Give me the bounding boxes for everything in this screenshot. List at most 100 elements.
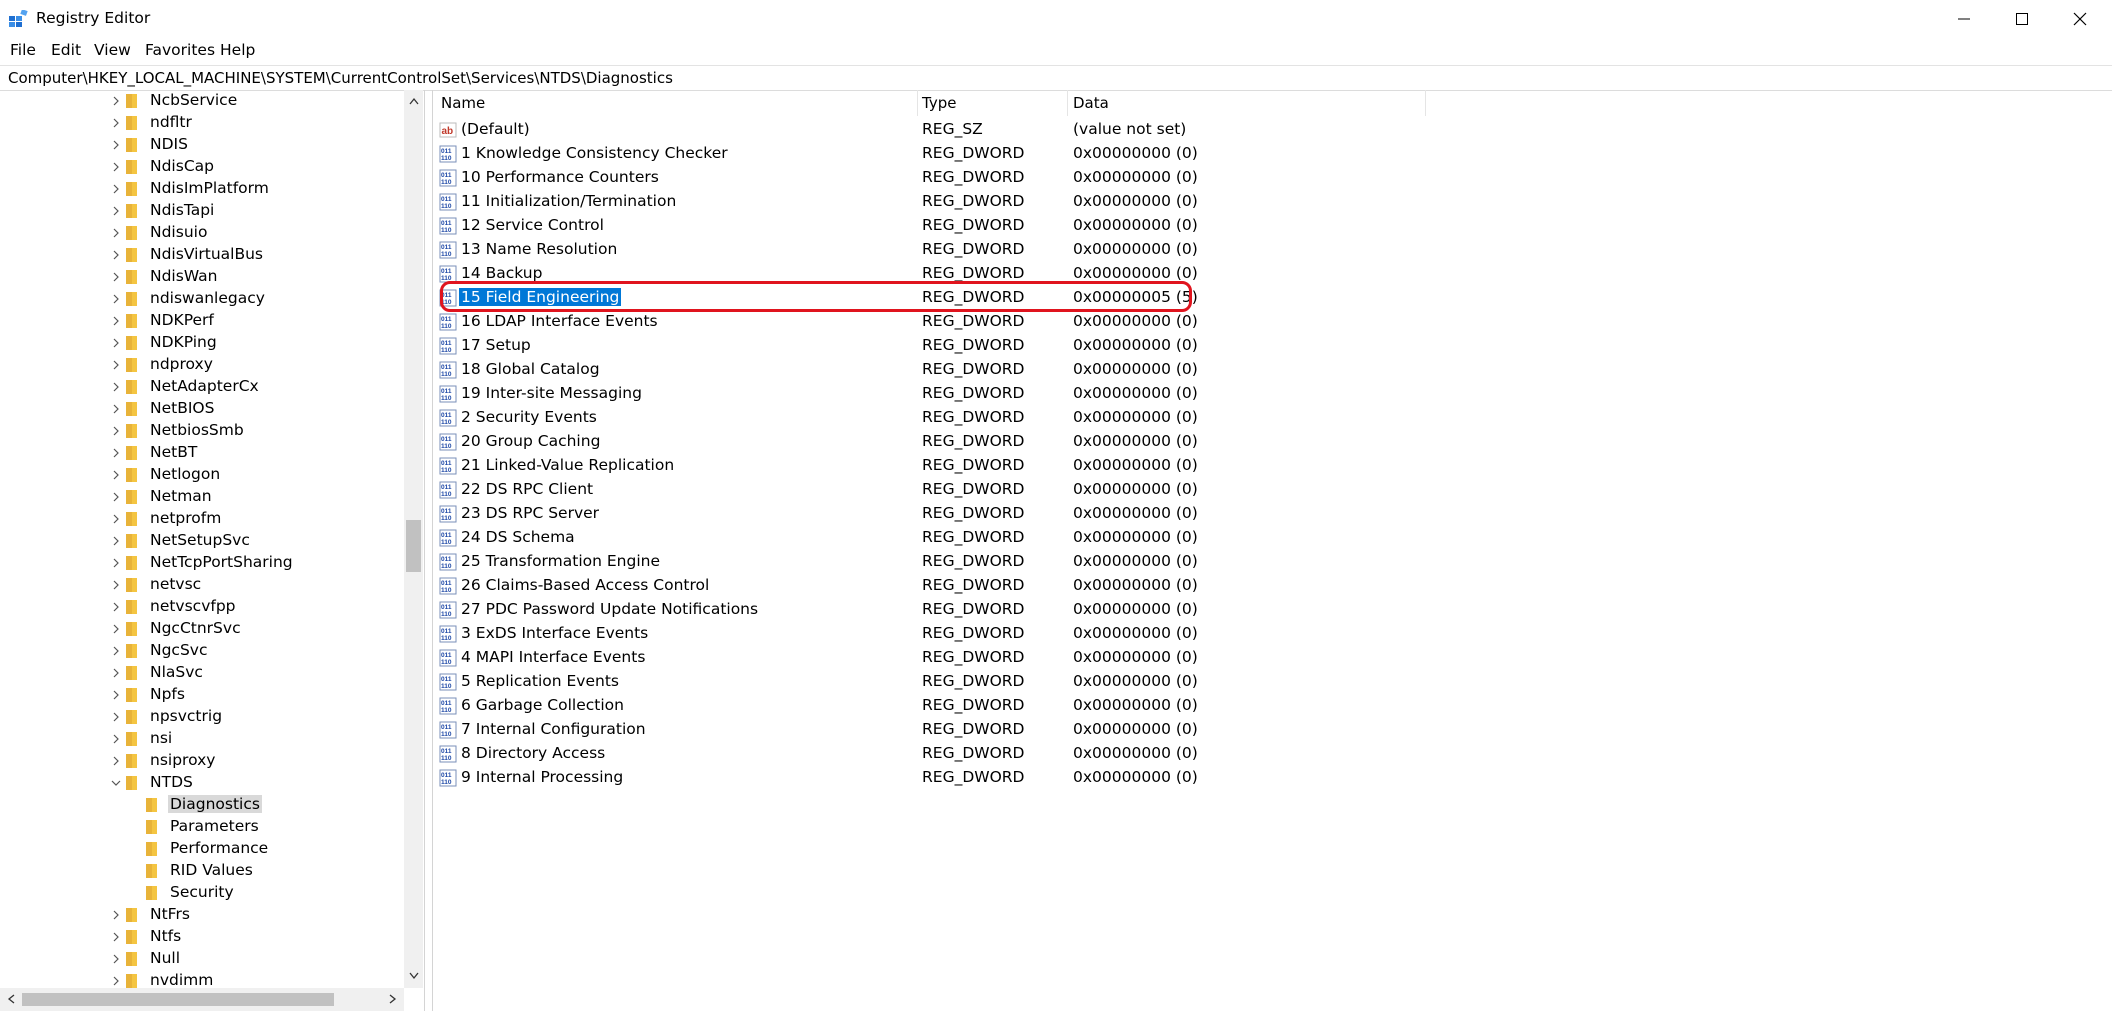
- tree-horizontal-scrollbar[interactable]: [0, 988, 404, 1011]
- tree-item[interactable]: NdisWan: [0, 266, 404, 288]
- tree-item[interactable]: NetTcpPortSharing: [0, 552, 404, 574]
- chevron-right-icon[interactable]: [111, 448, 121, 458]
- scroll-down-icon[interactable]: [406, 968, 422, 984]
- tree-item[interactable]: NdisImPlatform: [0, 178, 404, 200]
- value-row[interactable]: 011 110 4 MAPI Interface Events REG_DWORD 0x…: [433, 646, 1613, 670]
- chevron-right-icon[interactable]: [111, 184, 121, 194]
- tree-item[interactable]: NtFrs: [0, 904, 404, 926]
- tree-item[interactable]: NDKPerf: [0, 310, 404, 332]
- tree-item[interactable]: netvsc: [0, 574, 404, 596]
- column-header-data[interactable]: Data: [1073, 94, 1109, 112]
- values-list-pane[interactable]: Name Type Data ab (Default) REG_SZ (value n…: [432, 90, 2112, 1011]
- tree-item[interactable]: NetAdapterCx: [0, 376, 404, 398]
- chevron-right-icon[interactable]: [111, 118, 121, 128]
- menu-view[interactable]: View: [94, 41, 131, 59]
- chevron-right-icon[interactable]: [111, 228, 121, 238]
- chevron-right-icon[interactable]: [111, 668, 121, 678]
- value-row[interactable]: 011 110 18 Global Catalog REG_DWORD 0x000000…: [433, 358, 1613, 382]
- chevron-right-icon[interactable]: [111, 756, 121, 766]
- chevron-right-icon[interactable]: [111, 646, 121, 656]
- tree-item[interactable]: Parameters: [0, 816, 404, 838]
- chevron-right-icon[interactable]: [111, 558, 121, 568]
- tree-item[interactable]: NcbService: [0, 90, 404, 112]
- chevron-right-icon[interactable]: [111, 580, 121, 590]
- menu-file[interactable]: File: [10, 41, 36, 59]
- tree-item[interactable]: NgcCtnrSvc: [0, 618, 404, 640]
- chevron-right-icon[interactable]: [111, 712, 121, 722]
- scroll-up-icon[interactable]: [406, 93, 422, 109]
- value-row[interactable]: 011 110 7 Internal Configuration REG_DWORD 0…: [433, 718, 1613, 742]
- chevron-down-icon[interactable]: [111, 778, 121, 788]
- value-row[interactable]: 011 110 13 Name Resolution REG_DWORD 0x00000…: [433, 238, 1613, 262]
- value-row[interactable]: 011 110 10 Performance Counters REG_DWORD 0x…: [433, 166, 1613, 190]
- chevron-right-icon[interactable]: [111, 140, 121, 150]
- tree-item[interactable]: Ndisuio: [0, 222, 404, 244]
- close-button[interactable]: [2051, 0, 2109, 38]
- scroll-left-icon[interactable]: [3, 991, 19, 1007]
- menu-help[interactable]: Help: [220, 41, 255, 59]
- scroll-right-icon[interactable]: [385, 991, 401, 1007]
- chevron-right-icon[interactable]: [111, 96, 121, 106]
- tree-item[interactable]: npsvctrig: [0, 706, 404, 728]
- chevron-right-icon[interactable]: [111, 492, 121, 502]
- menu-edit[interactable]: Edit: [51, 41, 81, 59]
- chevron-right-icon[interactable]: [111, 316, 121, 326]
- tree-item[interactable]: Netlogon: [0, 464, 404, 486]
- value-row[interactable]: 011 110 11 Initialization/Termination REG_D…: [433, 190, 1613, 214]
- key-tree-pane[interactable]: NcbService ndfltr NDIS NdisCap NdisImPlatfor…: [0, 90, 425, 1011]
- value-row[interactable]: 011 110 2 Security Events REG_DWORD 0x000000…: [433, 406, 1613, 430]
- chevron-right-icon[interactable]: [111, 624, 121, 634]
- column-header-name[interactable]: Name: [441, 94, 485, 112]
- chevron-right-icon[interactable]: [111, 514, 121, 524]
- tree-item[interactable]: Performance: [0, 838, 404, 860]
- tree-vertical-scrollbar[interactable]: [404, 90, 423, 988]
- chevron-right-icon[interactable]: [111, 294, 121, 304]
- value-row[interactable]: 011 110 19 Inter-site Messaging REG_DWORD 0x…: [433, 382, 1613, 406]
- value-row[interactable]: ab (Default) REG_SZ (value not set): [433, 118, 1613, 142]
- tree-item[interactable]: NDKPing: [0, 332, 404, 354]
- value-row[interactable]: 011 110 20 Group Caching REG_DWORD 0x0000000…: [433, 430, 1613, 454]
- value-row[interactable]: 011 110 8 Directory Access REG_DWORD 0x00000…: [433, 742, 1613, 766]
- tree-item[interactable]: NlaSvc: [0, 662, 404, 684]
- tree-item[interactable]: NgcSvc: [0, 640, 404, 662]
- tree-item[interactable]: netvscvfpp: [0, 596, 404, 618]
- value-row[interactable]: 011 110 6 Garbage Collection REG_DWORD 0x000…: [433, 694, 1613, 718]
- chevron-right-icon[interactable]: [111, 932, 121, 942]
- chevron-right-icon[interactable]: [111, 690, 121, 700]
- chevron-right-icon[interactable]: [111, 734, 121, 744]
- tree-item[interactable]: nsi: [0, 728, 404, 750]
- value-row[interactable]: 011 110 25 Transformation Engine REG_DWORD 0…: [433, 550, 1613, 574]
- chevron-right-icon[interactable]: [111, 250, 121, 260]
- tree-item[interactable]: NetBIOS: [0, 398, 404, 420]
- chevron-right-icon[interactable]: [111, 976, 121, 986]
- tree-item[interactable]: NTDS: [0, 772, 404, 794]
- address-bar[interactable]: Computer\HKEY_LOCAL_MACHINE\SYSTEM\Curre…: [0, 65, 2112, 91]
- tree-item[interactable]: NetSetupSvc: [0, 530, 404, 552]
- column-divider[interactable]: [917, 90, 918, 116]
- tree-item[interactable]: NdisTapi: [0, 200, 404, 222]
- value-row[interactable]: 011 110 3 ExDS Interface Events REG_DWORD 0x…: [433, 622, 1613, 646]
- chevron-right-icon[interactable]: [111, 272, 121, 282]
- value-row[interactable]: 011 110 5 Replication Events REG_DWORD 0x000…: [433, 670, 1613, 694]
- tree-item[interactable]: NDIS: [0, 134, 404, 156]
- chevron-right-icon[interactable]: [111, 470, 121, 480]
- tree-item[interactable]: Null: [0, 948, 404, 970]
- tree-item[interactable]: Diagnostics: [0, 794, 404, 816]
- value-row[interactable]: 011 110 16 LDAP Interface Events REG_DWORD 0…: [433, 310, 1613, 334]
- chevron-right-icon[interactable]: [111, 338, 121, 348]
- tree-item[interactable]: Netman: [0, 486, 404, 508]
- tree-item[interactable]: ndiswanlegacy: [0, 288, 404, 310]
- value-row[interactable]: 011 110 17 Setup REG_DWORD 0x00000000 (0): [433, 334, 1613, 358]
- value-row[interactable]: 011 110 12 Service Control REG_DWORD 0x00000…: [433, 214, 1613, 238]
- tree-item[interactable]: ndfltr: [0, 112, 404, 134]
- chevron-right-icon[interactable]: [111, 426, 121, 436]
- chevron-right-icon[interactable]: [111, 206, 121, 216]
- address-path[interactable]: Computer\HKEY_LOCAL_MACHINE\SYSTEM\Curre…: [8, 69, 673, 87]
- chevron-right-icon[interactable]: [111, 910, 121, 920]
- value-row[interactable]: 011 110 22 DS RPC Client REG_DWORD 0x0000000…: [433, 478, 1613, 502]
- column-divider[interactable]: [1425, 90, 1426, 116]
- chevron-right-icon[interactable]: [111, 382, 121, 392]
- value-row[interactable]: 011 110 21 Linked-Value Replication REG_DWO…: [433, 454, 1613, 478]
- value-row[interactable]: 011 110 1 Knowledge Consistency Checker REG…: [433, 142, 1613, 166]
- menu-favorites[interactable]: Favorites: [145, 41, 215, 59]
